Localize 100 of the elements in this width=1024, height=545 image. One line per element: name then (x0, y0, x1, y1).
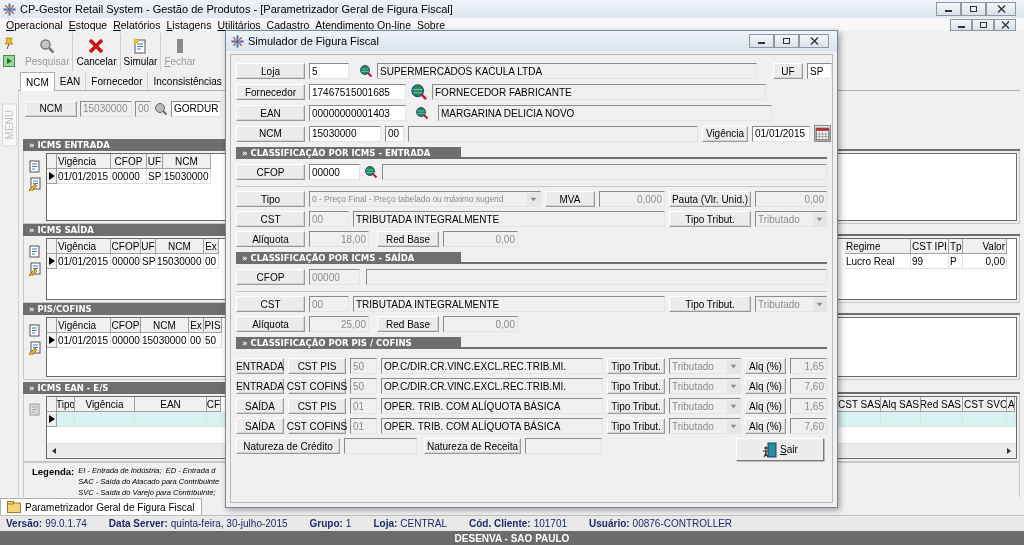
field-label: CFOP (236, 164, 305, 180)
field-label: CFOP (236, 269, 305, 285)
app-icon (3, 2, 16, 16)
close-button[interactable] (799, 34, 829, 48)
field-label: SAÍDA (236, 418, 284, 434)
input-field[interactable]: 5 (309, 63, 349, 79)
input-field[interactable]: 00000 (309, 164, 360, 180)
input-field[interactable]: TRIBUTADA INTEGRALMENTE (353, 211, 665, 227)
play-icon[interactable] (3, 55, 15, 67)
input-field[interactable] (525, 438, 602, 454)
input-field[interactable]: FORNECEDOR FABRICANTE (432, 84, 766, 100)
minimize-button[interactable] (950, 18, 972, 31)
menu-item[interactable]: Utilitários (214, 18, 264, 31)
field-label: Tipo Tribut. (669, 211, 751, 227)
globe-search-icon[interactable] (359, 64, 373, 78)
toolbar-button[interactable]: Cancelar (73, 33, 121, 71)
tab[interactable]: NCM (20, 72, 55, 91)
input-field[interactable]: OPER. TRIB. COM ALÍQUOTA BÁSICA (381, 398, 603, 414)
column-header: Red SAS (921, 397, 963, 412)
table-cell: 00000 (111, 333, 141, 348)
menu-item[interactable]: Estoque (65, 18, 111, 31)
field-label: Tipo (236, 191, 305, 207)
input-field[interactable]: OP.C/DIR.CR.VINC.EXCL.REC.TRIB.MI. (381, 358, 603, 374)
table-cell (921, 412, 963, 427)
menu-item[interactable]: Relatórios (110, 18, 164, 31)
input-field[interactable] (382, 164, 827, 180)
input-field[interactable] (344, 438, 417, 454)
column-header: CFOP (111, 239, 141, 254)
field-label: ENTRADA (236, 358, 284, 374)
field-label: Alq (%) (745, 418, 786, 434)
input-field[interactable]: 01/01/2015 (752, 125, 810, 142)
status-label: Data Server: (108, 518, 168, 529)
column-header: CST SVC (963, 397, 1007, 412)
field-label: Tipo Tribut. (607, 398, 665, 414)
new-document-icon[interactable] (28, 323, 42, 337)
legend-title: Legenda: (32, 466, 75, 477)
close-icon (809, 37, 819, 45)
menu-item[interactable]: Atendimento On-line (312, 18, 414, 31)
table-cell: 00 (189, 333, 204, 348)
field-label: UF (773, 63, 803, 79)
input-field[interactable]: 00 (385, 125, 404, 142)
tab[interactable]: Fornecedor (86, 73, 149, 90)
globe-search-icon[interactable] (415, 106, 429, 120)
field-label: Tipo Tribut. (669, 296, 751, 312)
globe-search-icon[interactable] (364, 165, 378, 179)
exit-button[interactable]: Sair (736, 438, 824, 461)
menu-item[interactable]: Sobre (413, 18, 448, 31)
input-field[interactable]: OP.C/DIR.CR.VINC.EXCL.REC.TRIB.MI. (381, 378, 603, 394)
column-header: Vigência (57, 239, 111, 254)
section-title: » CLASSIFICAÇÃO POR ICMS - SAÍDA (236, 252, 461, 263)
table-cell: 15030000 (156, 254, 204, 269)
input-field[interactable]: OPER. TRIB. COM ALÍQUOTA BÁSICA (381, 418, 603, 434)
table-cell (135, 412, 207, 427)
new-document-icon[interactable] (28, 244, 42, 258)
calendar-icon[interactable] (814, 125, 831, 142)
menu-item[interactable]: Operacional (3, 18, 66, 31)
minimize-button[interactable] (749, 34, 774, 48)
window-tab[interactable]: Parametrizador Geral de Figura Fiscal (0, 498, 202, 515)
field-label: NCM (25, 100, 77, 117)
close-button[interactable] (994, 18, 1016, 31)
toolbar-button[interactable]: Simular (120, 33, 162, 71)
restore-button[interactable] (774, 34, 799, 48)
column-header: Vigência (57, 154, 111, 169)
column-header: UF (147, 154, 163, 169)
caret-icon (727, 399, 740, 413)
input-field[interactable]: 00000000001403 (309, 105, 406, 121)
restore-button[interactable] (961, 2, 986, 16)
row-pointer-icon (48, 172, 55, 180)
table-cell: 00 (204, 254, 219, 269)
field-label: Alíquota (236, 231, 305, 247)
input-field[interactable]: 17467515001685 (309, 84, 406, 100)
edit-document-icon[interactable] (28, 262, 42, 276)
input-field[interactable] (408, 125, 698, 142)
column-header: Vigência (57, 318, 111, 333)
restore-button[interactable] (972, 18, 994, 31)
input-field[interactable]: MARGARINA DELICIA NOVO (438, 105, 772, 121)
input-field[interactable]: SUPERMERCADOS KACULA LTDA (377, 63, 757, 79)
section-title: » CLASSIFICAÇÃO POR PIS / COFINS (236, 337, 461, 348)
edit-document-icon[interactable] (28, 177, 42, 191)
search-icon (39, 37, 56, 54)
input-field[interactable]: 15030000 (309, 125, 381, 142)
search-icon[interactable] (154, 101, 168, 116)
column-header: PIS (204, 318, 222, 333)
pin-icon[interactable] (3, 37, 15, 49)
document-icon (132, 37, 149, 54)
input-field[interactable]: TRIBUTADA INTEGRALMENTE (353, 296, 665, 312)
globe-search-icon[interactable] (410, 83, 428, 101)
close-button[interactable] (986, 2, 1016, 16)
input-field[interactable]: SP (807, 63, 832, 79)
menu-item[interactable]: Listagens (163, 18, 215, 31)
input-field[interactable] (366, 269, 827, 285)
status-label: Usuário: (589, 518, 630, 529)
field-label: Tipo Tribut. (607, 358, 665, 374)
input-field[interactable]: GORDUR (171, 100, 221, 117)
caret-icon (727, 359, 740, 373)
minimize-button[interactable] (936, 2, 961, 16)
edit-document-icon[interactable] (28, 341, 42, 355)
new-document-icon[interactable] (28, 159, 42, 173)
tab[interactable]: EAN (54, 73, 87, 90)
menu-item[interactable]: Cadastro (263, 18, 313, 31)
